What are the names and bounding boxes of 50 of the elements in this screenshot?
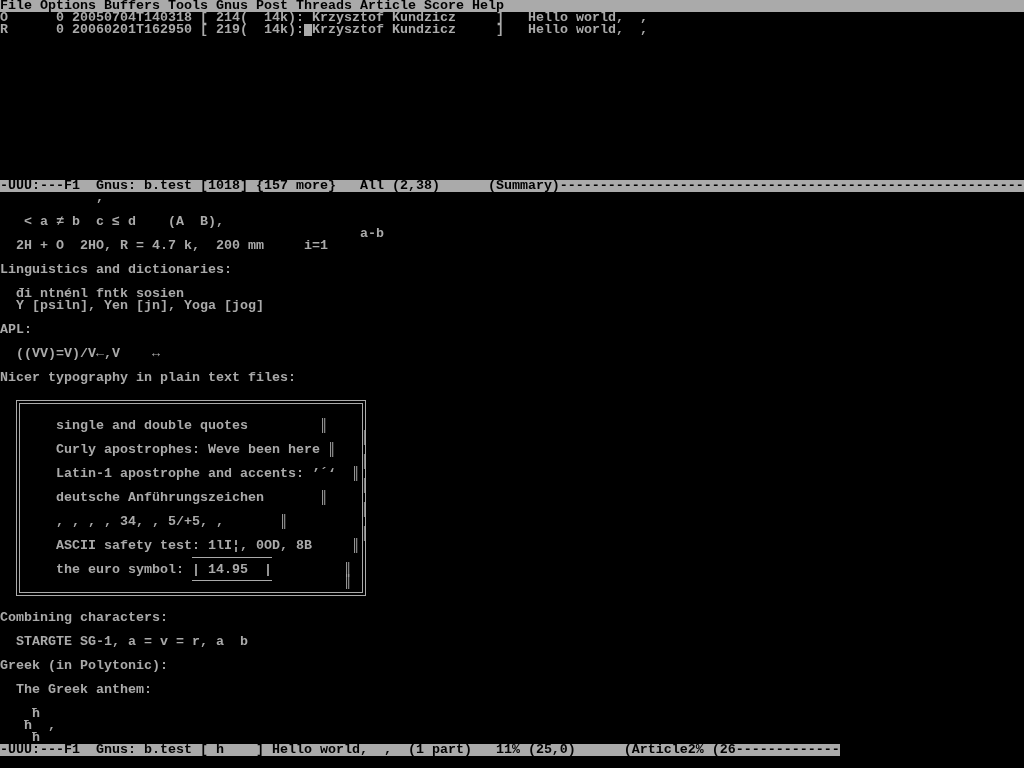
article-text: ASCII safety test: 1lI¦, 0OD, 8B ║ bbox=[56, 540, 360, 552]
article-text: the euro symbol: bbox=[56, 564, 184, 576]
article-text: , bbox=[96, 192, 104, 204]
article-text: single and double quotes ║ bbox=[56, 420, 328, 432]
date-text: 20050704T140318 bbox=[72, 12, 192, 24]
article-text: Latin-1 apostrophe and accents: ’´‘ ║ bbox=[56, 468, 360, 480]
article-text: Curly apostrophes: Weve been here ║ bbox=[56, 444, 336, 456]
section-heading: APL: bbox=[0, 324, 32, 336]
article-text: , , , , 34, , 5/+5, , ║ bbox=[56, 516, 288, 528]
bracket-text: ] bbox=[495, 24, 504, 36]
article-text: đi ntnénl fntk sosien bbox=[16, 288, 184, 300]
article-text: The Greek anthem: bbox=[16, 684, 152, 696]
line-count: [ 214( 14k): bbox=[200, 12, 304, 24]
subject-text[interactable]: Hello world, , bbox=[527, 24, 648, 36]
section-heading: Nicer typography in plain text files: bbox=[0, 372, 296, 384]
date-text: 20060201T162950 bbox=[72, 24, 192, 36]
menu-item[interactable]: Gnus bbox=[216, 0, 248, 12]
article-text: Y [psiln], Yen [jn], Yoga [jog] bbox=[16, 300, 264, 312]
double-bar-text: ║ bbox=[344, 576, 352, 588]
article-text: < a ≠ b c ≤ d (A B), bbox=[24, 216, 224, 228]
menu-item[interactable]: Article bbox=[360, 0, 416, 12]
article-text: STARGTE SG-1, a = v = r, a b bbox=[16, 636, 248, 648]
article-text: 2H + O 2HO, R = 4.7 k, 200 mm i=1 bbox=[16, 240, 328, 252]
menu-item[interactable]: Threads bbox=[296, 0, 352, 12]
line-count: [ 219( 14k): bbox=[200, 24, 304, 36]
article-mark: O bbox=[0, 12, 8, 24]
menu-item[interactable]: Tools bbox=[168, 0, 208, 12]
section-heading: Combining characters: bbox=[0, 612, 168, 624]
article-text: deutsche Anführungszeichen ║ bbox=[56, 492, 328, 504]
score-text: 0 bbox=[56, 24, 64, 36]
section-heading: Linguistics and dictionaries: bbox=[0, 264, 232, 276]
article-text: a-b bbox=[360, 228, 384, 240]
subject-text[interactable]: Hello world, , bbox=[527, 12, 648, 24]
menu-item[interactable]: Score bbox=[424, 0, 464, 12]
score-text: 0 bbox=[56, 12, 64, 24]
article-text: ħ bbox=[32, 732, 40, 744]
author-name[interactable]: Krzysztof Kundzicz bbox=[311, 12, 456, 24]
article-text: ((VV)=V)/V←,V ↔ bbox=[16, 348, 160, 360]
menu-item[interactable]: Options bbox=[40, 0, 96, 12]
double-bar-text: ║ bbox=[343, 564, 352, 576]
price-box: | 14.95 | bbox=[192, 557, 272, 581]
section-heading: Greek (in Polytonic): bbox=[0, 660, 168, 672]
article-text: ħ bbox=[32, 708, 40, 720]
menu-item[interactable]: File bbox=[0, 0, 32, 12]
menu-item[interactable]: Post bbox=[256, 0, 288, 12]
author-name[interactable]: Krzysztof Kundzicz bbox=[311, 24, 456, 36]
article-mark: R bbox=[0, 24, 8, 36]
bracket-text: ] bbox=[495, 12, 504, 24]
article-text: ħ , bbox=[24, 720, 56, 732]
menu-item[interactable]: Help bbox=[472, 0, 504, 12]
